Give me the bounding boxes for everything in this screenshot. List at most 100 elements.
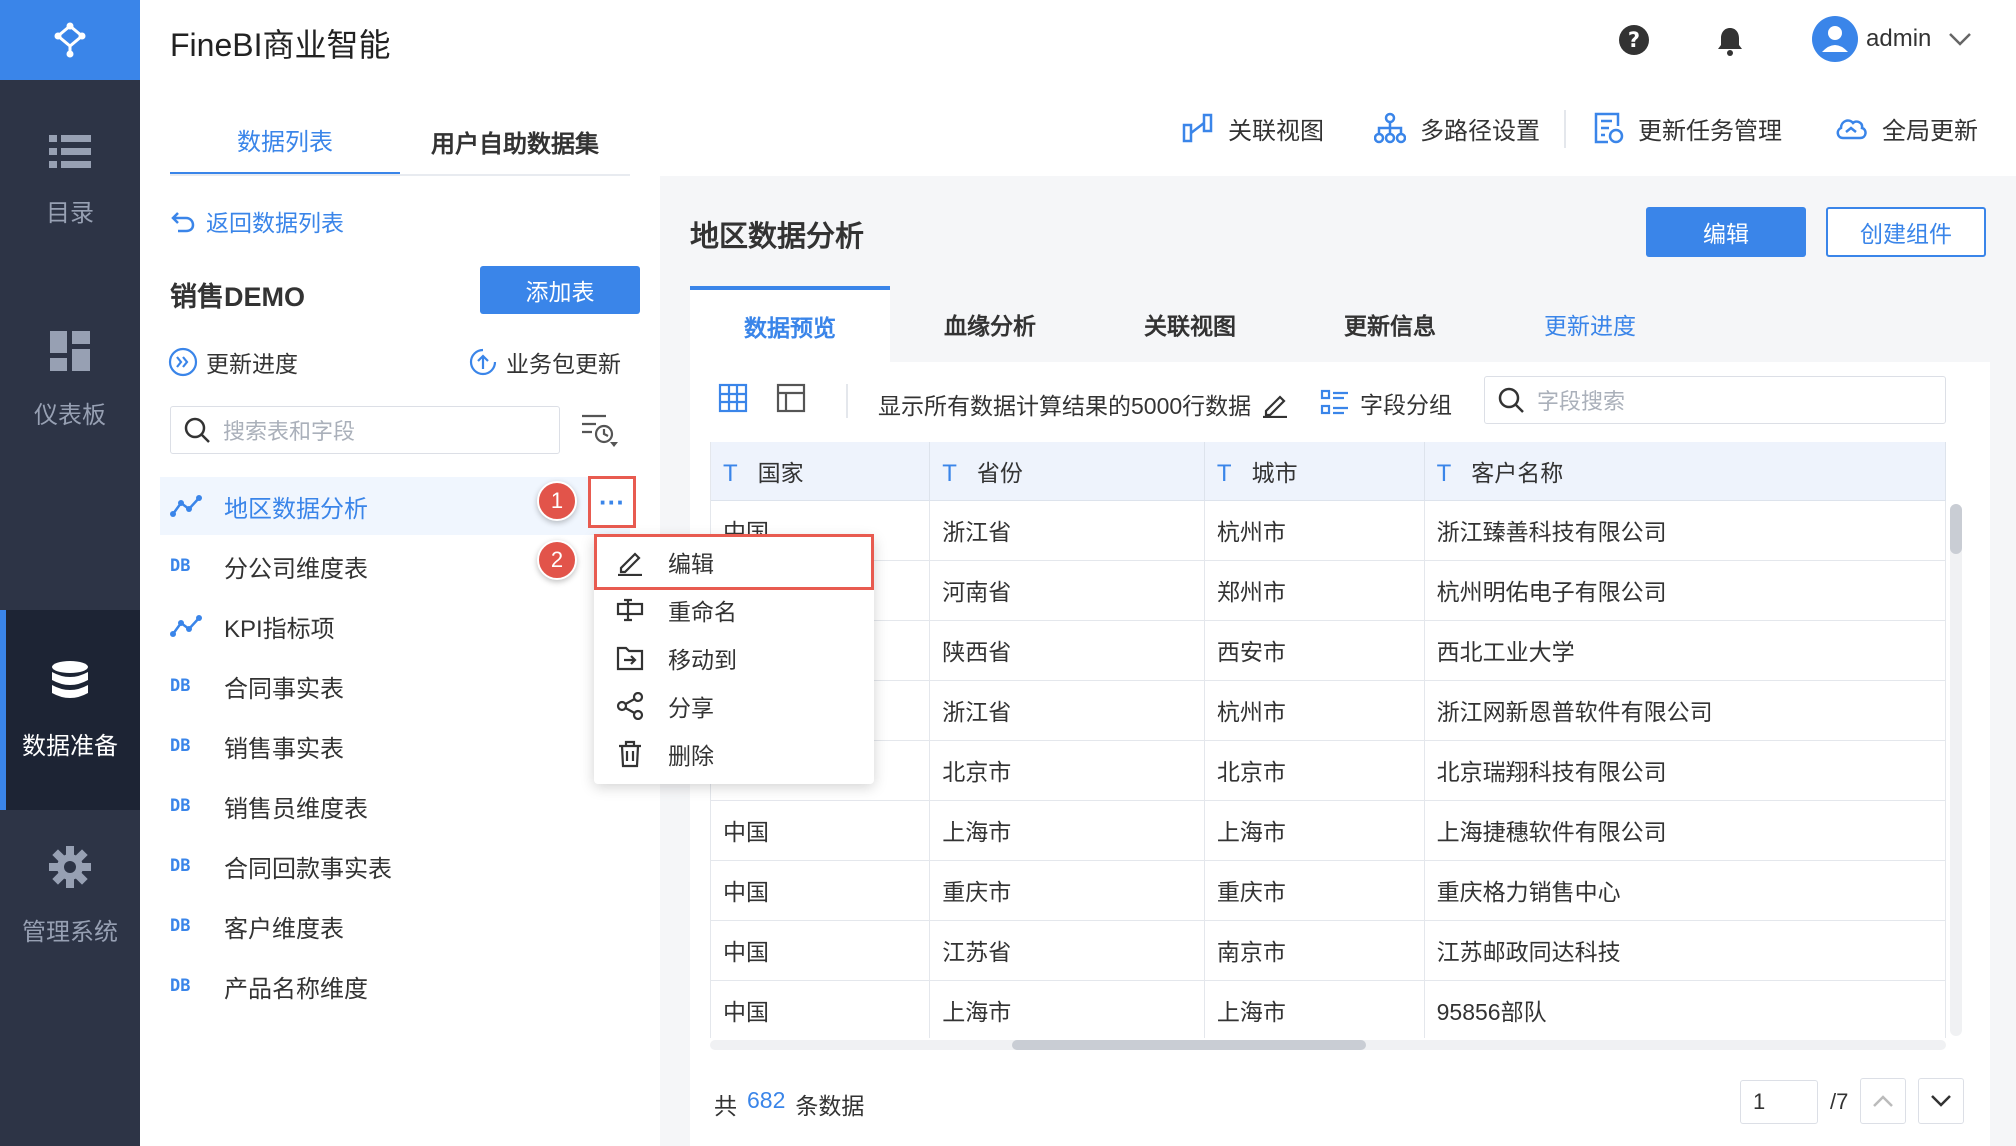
table-cell: 浙江臻善科技有限公司 xyxy=(1424,500,1946,561)
task-manage-button[interactable]: 更新任务管理 xyxy=(1594,108,1782,148)
update-progress-link[interactable]: 更新进度 xyxy=(168,345,298,379)
list-item[interactable]: DB 合同回款事实表 xyxy=(160,837,630,895)
db-table-icon: DB xyxy=(170,676,191,696)
tab-data-list[interactable]: 数据列表 xyxy=(170,106,400,176)
progress-icon xyxy=(168,347,198,377)
rail-label-admin: 管理系统 xyxy=(22,918,118,946)
list-item[interactable]: DB 销售员维度表 xyxy=(160,777,630,835)
db-table-icon: DB xyxy=(170,556,191,576)
vertical-scrollbar-thumb[interactable] xyxy=(1950,504,1962,554)
update-progress-label: 更新进度 xyxy=(206,351,298,377)
relation-view-button[interactable]: 关联视图 xyxy=(1182,108,1324,148)
pencil-icon[interactable] xyxy=(1261,390,1289,418)
tab-self-service-dataset[interactable]: 用户自助数据集 xyxy=(400,106,630,176)
db-table-icon: DB xyxy=(170,796,191,816)
text-type-icon: T xyxy=(1436,459,1452,487)
back-label: 返回数据列表 xyxy=(206,210,344,236)
tab-lineage[interactable]: 血缘分析 xyxy=(890,286,1090,362)
column-header[interactable]: T 国家 xyxy=(711,442,931,501)
table-cell: 上海市 xyxy=(929,800,1205,861)
package-name: 销售DEMO xyxy=(170,282,305,312)
create-component-button[interactable]: 创建组件 xyxy=(1826,207,1986,257)
layout-view-icon[interactable] xyxy=(776,383,806,413)
table-cell: 重庆市 xyxy=(1204,860,1425,921)
rename-icon xyxy=(616,598,644,622)
table-cell: 郑州市 xyxy=(1204,560,1425,621)
avatar[interactable] xyxy=(1812,16,1858,62)
prev-page-button[interactable] xyxy=(1860,1078,1906,1124)
rail-item-dashboard[interactable]: 仪表板 xyxy=(0,280,140,480)
database-icon xyxy=(52,660,88,698)
menu-item-delete[interactable]: 删除 xyxy=(594,730,874,778)
text-type-icon: T xyxy=(1216,459,1232,487)
search-icon xyxy=(184,417,210,443)
gear-icon xyxy=(49,845,91,888)
chevron-down-icon[interactable] xyxy=(1948,32,1972,46)
next-page-button[interactable] xyxy=(1918,1078,1964,1124)
db-table-icon: DB xyxy=(170,736,191,756)
user-name[interactable]: admin xyxy=(1866,25,1931,53)
tab-data-preview[interactable]: 数据预览 xyxy=(690,286,890,362)
more-options-button[interactable]: ··· xyxy=(588,476,636,528)
tabs-divider xyxy=(170,174,630,176)
total-suffix: 条数据 xyxy=(795,1093,865,1119)
grid-view-icon[interactable] xyxy=(718,383,748,413)
toolbar-divider xyxy=(846,384,848,418)
rail-label-catalog: 目录 xyxy=(46,199,94,227)
back-to-data-list-link[interactable]: 返回数据列表 xyxy=(170,204,344,238)
table-row: 中国 重庆市 重庆市 重庆格力销售中心 xyxy=(711,860,1946,921)
analysis-icon xyxy=(170,494,206,518)
table-cell: 南京市 xyxy=(1204,920,1425,981)
add-table-button[interactable]: 添加表 xyxy=(480,266,640,314)
cloud-refresh-icon xyxy=(1836,119,1867,140)
column-header[interactable]: T 城市 xyxy=(1204,442,1425,501)
help-icon[interactable]: ? xyxy=(1618,24,1650,56)
multi-path-button[interactable]: 多路径设置 xyxy=(1374,108,1540,148)
table-cell: 杭州市 xyxy=(1204,500,1425,561)
table-cell: 北京瑞翔科技有限公司 xyxy=(1424,740,1946,801)
table-cell: 浙江省 xyxy=(929,680,1205,741)
page-number-input[interactable]: 1 xyxy=(1740,1080,1818,1124)
edit-button[interactable]: 编辑 xyxy=(1646,207,1806,257)
field-group-button[interactable]: 字段分组 xyxy=(1320,386,1452,420)
menu-item-move[interactable]: 移动到 xyxy=(594,634,874,682)
column-header[interactable]: T 客户名称 xyxy=(1424,442,1946,501)
table-cell: 中国 xyxy=(711,980,931,1038)
package-update-link[interactable]: 业务包更新 xyxy=(468,345,621,379)
bell-icon[interactable] xyxy=(1716,26,1744,56)
app-logo[interactable] xyxy=(0,0,140,80)
rail-item-data-prep[interactable]: 数据准备 xyxy=(0,610,140,810)
detail-title: 地区数据分析 xyxy=(690,221,865,253)
tab-update-progress[interactable]: 更新进度 xyxy=(1490,286,1690,362)
global-update-label: 全局更新 xyxy=(1882,117,1978,145)
menu-item-label: 分享 xyxy=(668,695,714,721)
column-header[interactable]: T 省份 xyxy=(929,442,1205,501)
field-search-input[interactable]: 字段搜索 xyxy=(1484,376,1946,424)
db-table-icon: DB xyxy=(170,856,191,876)
total-prefix: 共 xyxy=(714,1093,737,1119)
list-item[interactable]: KPI指标项 xyxy=(160,597,630,655)
table-cell: 中国 xyxy=(711,920,931,981)
table-name: KPI指标项 xyxy=(224,615,335,643)
rail-item-catalog[interactable]: 目录 xyxy=(0,80,140,280)
list-item[interactable]: DB 客户维度表 xyxy=(160,897,630,955)
menu-item-share[interactable]: 分享 xyxy=(594,682,874,730)
list-item[interactable]: DB 销售事实表 xyxy=(160,717,630,775)
svg-text:?: ? xyxy=(1628,28,1640,52)
list-item[interactable]: DB 合同事实表 xyxy=(160,657,630,715)
tab-relation-view[interactable]: 关联视图 xyxy=(1090,286,1290,362)
table-row: 中国北京市北京市北京瑞翔科技有限公司 xyxy=(711,740,1946,801)
table-search-input[interactable]: 搜索表和字段 xyxy=(170,406,560,454)
vertical-scrollbar-track[interactable] xyxy=(1950,504,1962,1036)
table-cell: 95856部队 xyxy=(1424,980,1946,1038)
table-cell: 江苏邮政同达科技 xyxy=(1424,920,1946,981)
global-update-button[interactable]: 全局更新 xyxy=(1834,108,1978,148)
list-item[interactable]: DB 产品名称维度 xyxy=(160,957,630,1015)
horizontal-scrollbar-thumb[interactable] xyxy=(1012,1040,1366,1050)
menu-item-rename[interactable]: 重命名 xyxy=(594,586,874,634)
tab-update-info[interactable]: 更新信息 xyxy=(1290,286,1490,362)
filter-history-icon[interactable] xyxy=(580,412,620,450)
rail-item-admin[interactable]: 管理系统 xyxy=(0,796,140,996)
text-type-icon: T xyxy=(942,459,957,487)
app-title: FineBI商业智能 xyxy=(170,27,391,63)
